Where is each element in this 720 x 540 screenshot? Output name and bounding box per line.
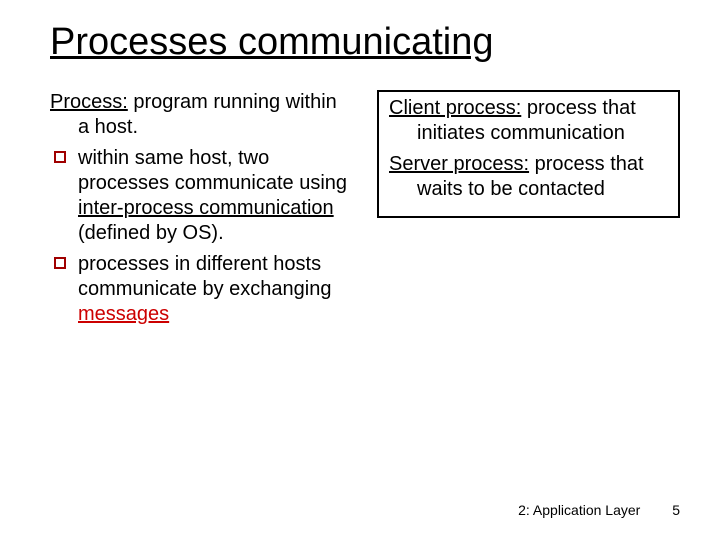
bullet-messages: processes in different hosts communicate…	[50, 252, 353, 327]
content-columns: Process: program running within a host. …	[50, 90, 680, 333]
slide: Processes communicating Process: program…	[0, 0, 720, 540]
slide-footer: 2: Application Layer 5	[518, 502, 680, 518]
server-process-definition: Server process: process that waits to be…	[389, 152, 668, 202]
footer-section: 2: Application Layer	[518, 502, 640, 518]
client-process-definition: Client process: process that initiates c…	[389, 96, 668, 146]
right-column: Client process: process that initiates c…	[377, 90, 680, 218]
bullet-messages-pre: processes in different hosts communicate…	[78, 253, 331, 300]
process-definition: Process: program running within a host.	[50, 90, 353, 140]
server-term: Server process:	[389, 153, 529, 175]
bullet-ipc-pre: within same host, two processes communic…	[78, 147, 347, 194]
process-term: Process:	[50, 91, 128, 113]
slide-title: Processes communicating	[50, 22, 680, 64]
bullet-ipc-post: (defined by OS).	[78, 222, 224, 244]
footer-page-number: 5	[672, 502, 680, 518]
client-term: Client process:	[389, 97, 521, 119]
bullet-ipc-term: inter-process communication	[78, 197, 334, 219]
bullet-messages-term: messages	[78, 303, 169, 325]
left-column: Process: program running within a host. …	[50, 90, 353, 333]
bullet-ipc: within same host, two processes communic…	[50, 146, 353, 246]
client-server-box: Client process: process that initiates c…	[377, 90, 680, 218]
